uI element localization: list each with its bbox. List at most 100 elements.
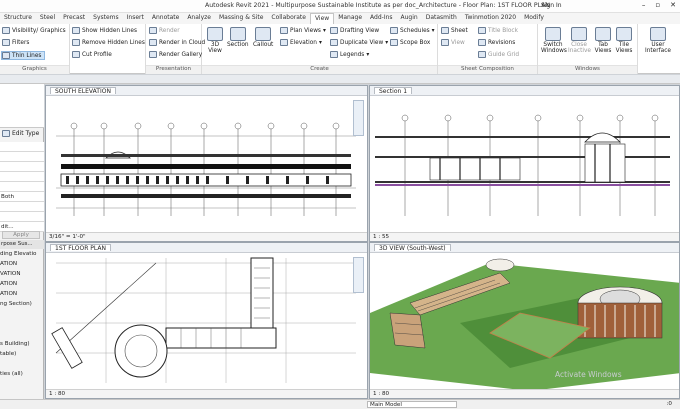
legends-button[interactable]: Legends ▾ bbox=[330, 51, 369, 58]
tab-systems[interactable]: Systems bbox=[89, 13, 123, 24]
type-selector[interactable] bbox=[0, 84, 44, 128]
callout-button[interactable]: Callout bbox=[253, 27, 273, 48]
window-title: Autodesk Revit 2021 - Multipurpose Susta… bbox=[205, 2, 551, 9]
render-gallery-button[interactable]: Render Gallery bbox=[149, 51, 202, 58]
visibility-icon bbox=[2, 27, 10, 34]
close-inactive-button[interactable]: Close Inactive bbox=[568, 27, 591, 54]
switch-windows-button[interactable]: Switch Windows bbox=[541, 27, 567, 54]
show-hidden-label: Show Hidden Lines bbox=[82, 27, 137, 34]
cut-profile-icon bbox=[72, 51, 80, 58]
view-scale[interactable]: 3/16" = 1'-0" bbox=[46, 232, 367, 241]
tab-augin[interactable]: Augin bbox=[397, 13, 422, 24]
view-3d-south-west[interactable]: 3D VIEW (South-West) 1 : 80 bbox=[369, 242, 680, 399]
view-tab-1st-floor-plan[interactable]: 1ST FLOOR PLAN bbox=[50, 244, 111, 252]
duplicate-view-button[interactable]: Duplicate View ▾ bbox=[330, 39, 388, 46]
view-south-elevation[interactable]: SOUTH ELEVATION 3/16" = 1'-0" bbox=[45, 85, 368, 242]
tab-precast[interactable]: Precast bbox=[59, 13, 89, 24]
user-interface-button[interactable]: User Interface bbox=[644, 27, 672, 54]
property-row[interactable] bbox=[0, 142, 44, 152]
tab-views-button[interactable]: Tab Views bbox=[594, 27, 612, 54]
view-scale[interactable]: 1 : 55 bbox=[370, 232, 679, 241]
visibility-graphics-button[interactable]: Visibility/ Graphics bbox=[2, 27, 66, 34]
render-button[interactable]: Render bbox=[149, 27, 180, 34]
plan-views-button[interactable]: Plan Views ▾ bbox=[280, 27, 326, 34]
browser-item[interactable]: ATION bbox=[0, 281, 40, 287]
thin-lines-button[interactable]: Thin Lines bbox=[1, 51, 46, 60]
drafting-view-button[interactable]: Drafting View bbox=[330, 27, 379, 34]
tab-insert[interactable]: Insert bbox=[123, 13, 148, 24]
callout-icon bbox=[255, 27, 272, 41]
maximize-icon[interactable]: ▫ bbox=[655, 1, 660, 9]
tile-views-button[interactable]: Tile Views bbox=[615, 27, 633, 54]
tab-modify[interactable]: Modify bbox=[520, 13, 548, 24]
property-row[interactable] bbox=[0, 182, 44, 192]
revisions-button[interactable]: Revisions bbox=[478, 39, 515, 46]
property-row[interactable]: Both bbox=[0, 192, 44, 202]
cut-profile-label: Cut Profile bbox=[82, 51, 112, 58]
navigation-bar[interactable] bbox=[353, 257, 364, 293]
tab-steel[interactable]: Steel bbox=[36, 13, 59, 24]
render-in-cloud-button[interactable]: Render in Cloud bbox=[149, 39, 205, 46]
tab-add-ins[interactable]: Add-Ins bbox=[366, 13, 396, 24]
property-row[interactable] bbox=[0, 172, 44, 182]
tab-structure[interactable]: Structure bbox=[0, 13, 36, 24]
drafting-view-icon bbox=[330, 27, 338, 34]
remove-hidden-lines-button[interactable]: Remove Hidden Lines bbox=[72, 39, 145, 46]
sheet-view-button[interactable]: View bbox=[441, 39, 465, 46]
tab-analyze[interactable]: Analyze bbox=[183, 13, 215, 24]
schedules-label: Schedules bbox=[400, 27, 430, 34]
browser-item[interactable]: ATION bbox=[0, 261, 40, 267]
edit-type-button[interactable]: Edit Type bbox=[2, 130, 39, 137]
sign-in-link[interactable]: Sign In bbox=[541, 2, 562, 9]
scope-box-button[interactable]: Scope Box bbox=[390, 39, 430, 46]
navigation-bar[interactable] bbox=[353, 100, 364, 136]
render-cloud-label: Render in Cloud bbox=[159, 39, 206, 46]
browser-item[interactable]: ding Elevatio bbox=[0, 251, 40, 257]
tab-massing-site[interactable]: Massing & Site bbox=[215, 13, 267, 24]
view-tab-south-elevation[interactable]: SOUTH ELEVATION bbox=[50, 87, 116, 95]
tab-datasmith[interactable]: Datasmith bbox=[422, 13, 461, 24]
sheet-label: Sheet bbox=[451, 27, 468, 34]
minimize-icon[interactable]: – bbox=[642, 1, 646, 9]
property-row[interactable] bbox=[0, 212, 44, 222]
show-hidden-lines-button[interactable]: Show Hidden Lines bbox=[72, 27, 137, 34]
apply-button[interactable]: Apply bbox=[2, 231, 40, 239]
schedules-button[interactable]: Schedules ▾ bbox=[390, 27, 435, 34]
tab-collaborate[interactable]: Collaborate bbox=[267, 13, 310, 24]
switch-windows-icon bbox=[545, 27, 561, 41]
tab-view[interactable]: View bbox=[309, 13, 335, 24]
property-row[interactable] bbox=[0, 162, 44, 172]
guide-grid-button[interactable]: Guide Grid bbox=[478, 51, 519, 58]
cut-profile-button[interactable]: Cut Profile bbox=[72, 51, 112, 58]
browser-item[interactable]: table) bbox=[0, 351, 40, 357]
active-workset-dropdown[interactable]: Main Model bbox=[367, 401, 457, 408]
filters-button[interactable]: Filters bbox=[2, 39, 29, 46]
view-scale[interactable]: 1 : 80 bbox=[370, 389, 679, 398]
view-section-1[interactable]: Section 1 1 : 55 bbox=[369, 85, 680, 242]
floor-plan-drawing bbox=[51, 257, 356, 383]
3d-model-render bbox=[370, 253, 679, 391]
properties-palette: Edit Type Both dit... Apply rpose Sus... … bbox=[0, 84, 44, 400]
sheet-button[interactable]: Sheet bbox=[441, 27, 468, 34]
tab-twinmotion-2020[interactable]: Twinmotion 2020 bbox=[461, 13, 520, 24]
close-icon[interactable]: ✕ bbox=[670, 1, 676, 9]
browser-item[interactable]: VATION bbox=[0, 271, 40, 277]
show-hidden-icon bbox=[72, 27, 80, 34]
browser-item[interactable]: ties (all) bbox=[0, 371, 40, 377]
view-tab-section-1[interactable]: Section 1 bbox=[374, 87, 413, 95]
title-block-button[interactable]: Title Block bbox=[478, 27, 518, 34]
tab-annotate[interactable]: Annotate bbox=[148, 13, 183, 24]
selection-filter-count[interactable]: :0 bbox=[667, 401, 672, 407]
view-scale[interactable]: 1 : 80 bbox=[46, 389, 367, 398]
property-row[interactable] bbox=[0, 152, 44, 162]
tab-manage[interactable]: Manage bbox=[334, 13, 366, 24]
browser-item[interactable]: s Building) bbox=[0, 341, 40, 347]
property-row[interactable] bbox=[0, 202, 44, 212]
3d-view-button[interactable]: 3D View bbox=[205, 27, 225, 54]
browser-item[interactable]: ATION bbox=[0, 291, 40, 297]
elevation-button[interactable]: Elevation ▾ bbox=[280, 39, 322, 46]
section-button[interactable]: Section bbox=[227, 27, 249, 48]
view-1st-floor-plan[interactable]: 1ST FLOOR PLAN 1 : 80 bbox=[45, 242, 368, 399]
view-tab-3d-view[interactable]: 3D VIEW (South-West) bbox=[374, 244, 451, 252]
browser-item[interactable]: ng Section) bbox=[0, 301, 40, 307]
